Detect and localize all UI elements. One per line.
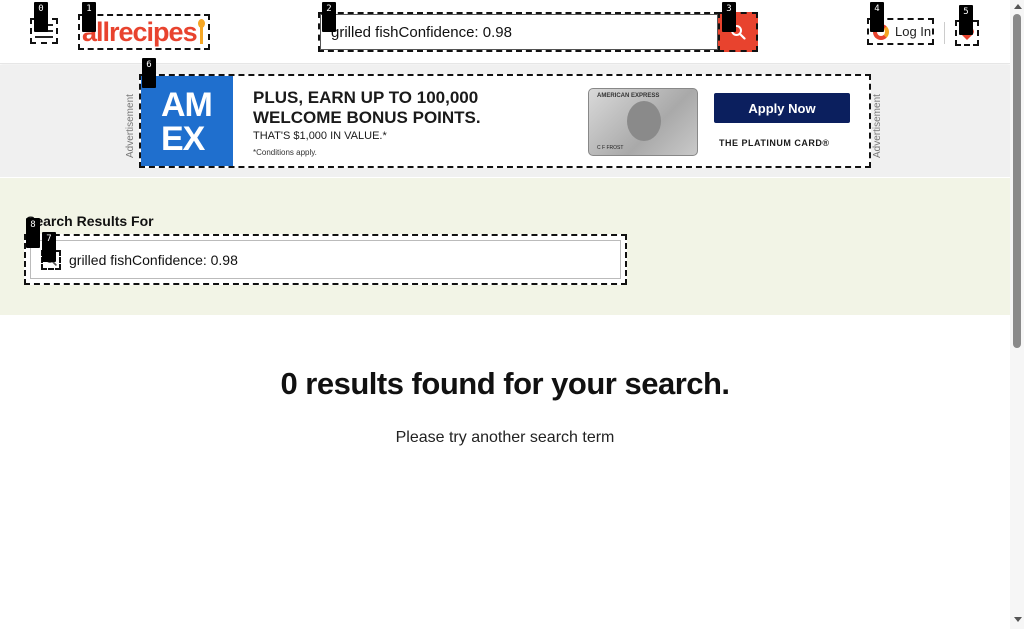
- index-marker: 3: [722, 2, 736, 32]
- search-field[interactable]: [318, 12, 720, 52]
- apply-now-button[interactable]: Apply Now: [714, 93, 850, 123]
- no-results-title: 0 results found for your search.: [280, 366, 730, 401]
- index-marker: 8: [26, 218, 40, 248]
- index-marker: 1: [82, 2, 96, 32]
- results-search-input[interactable]: [69, 251, 569, 268]
- index-marker: 5: [959, 5, 973, 35]
- ad-label-left: Advertisement: [125, 94, 136, 158]
- page-scrollbar[interactable]: [1010, 0, 1024, 629]
- results-search-inner: [30, 240, 621, 279]
- index-marker: 4: [870, 2, 884, 32]
- card-issuer: AMERICAN EXPRESS: [597, 93, 660, 99]
- ad-label-right: Advertisement: [872, 94, 883, 158]
- index-marker: 7: [42, 232, 56, 262]
- allrecipes-logo[interactable]: allrecipes: [78, 14, 210, 50]
- search-results-heading: Search Results For: [26, 213, 154, 229]
- platinum-card-image: AMERICAN EXPRESS C F FROST: [588, 88, 698, 156]
- hamburger-icon-line: [35, 36, 53, 38]
- index-marker: 0: [34, 2, 48, 32]
- no-results-subtitle: Please try another search term: [395, 429, 615, 446]
- login-label: Log In: [895, 24, 932, 39]
- header-divider: [944, 22, 945, 44]
- logo-text: allrecipes: [82, 16, 198, 47]
- ad-headline: PLUS, EARN UP TO 100,000 WELCOME BONUS P…: [253, 88, 481, 127]
- card-portrait-icon: [627, 101, 661, 141]
- scroll-down-icon[interactable]: [1014, 617, 1022, 622]
- results-search-field[interactable]: [24, 234, 627, 285]
- advertisement-banner[interactable]: AM EX PLUS, EARN UP TO 100,000 WELCOME B…: [139, 74, 871, 168]
- card-holder: C F FROST: [597, 145, 624, 151]
- search-input[interactable]: [320, 14, 718, 50]
- ad-fine-print: *Conditions apply.: [253, 148, 317, 157]
- index-marker: 6: [142, 58, 156, 88]
- site-header: allrecipes Log In: [0, 0, 1010, 64]
- amex-logo: AM EX: [141, 76, 233, 166]
- scroll-up-icon[interactable]: [1014, 4, 1022, 9]
- ad-card-name: THE PLATINUM CARD®: [719, 138, 830, 148]
- index-marker: 2: [322, 2, 336, 32]
- ad-subline: THAT'S $1,000 IN VALUE.*: [253, 130, 387, 142]
- scroll-thumb[interactable]: [1013, 14, 1021, 348]
- spoon-icon: [197, 19, 205, 45]
